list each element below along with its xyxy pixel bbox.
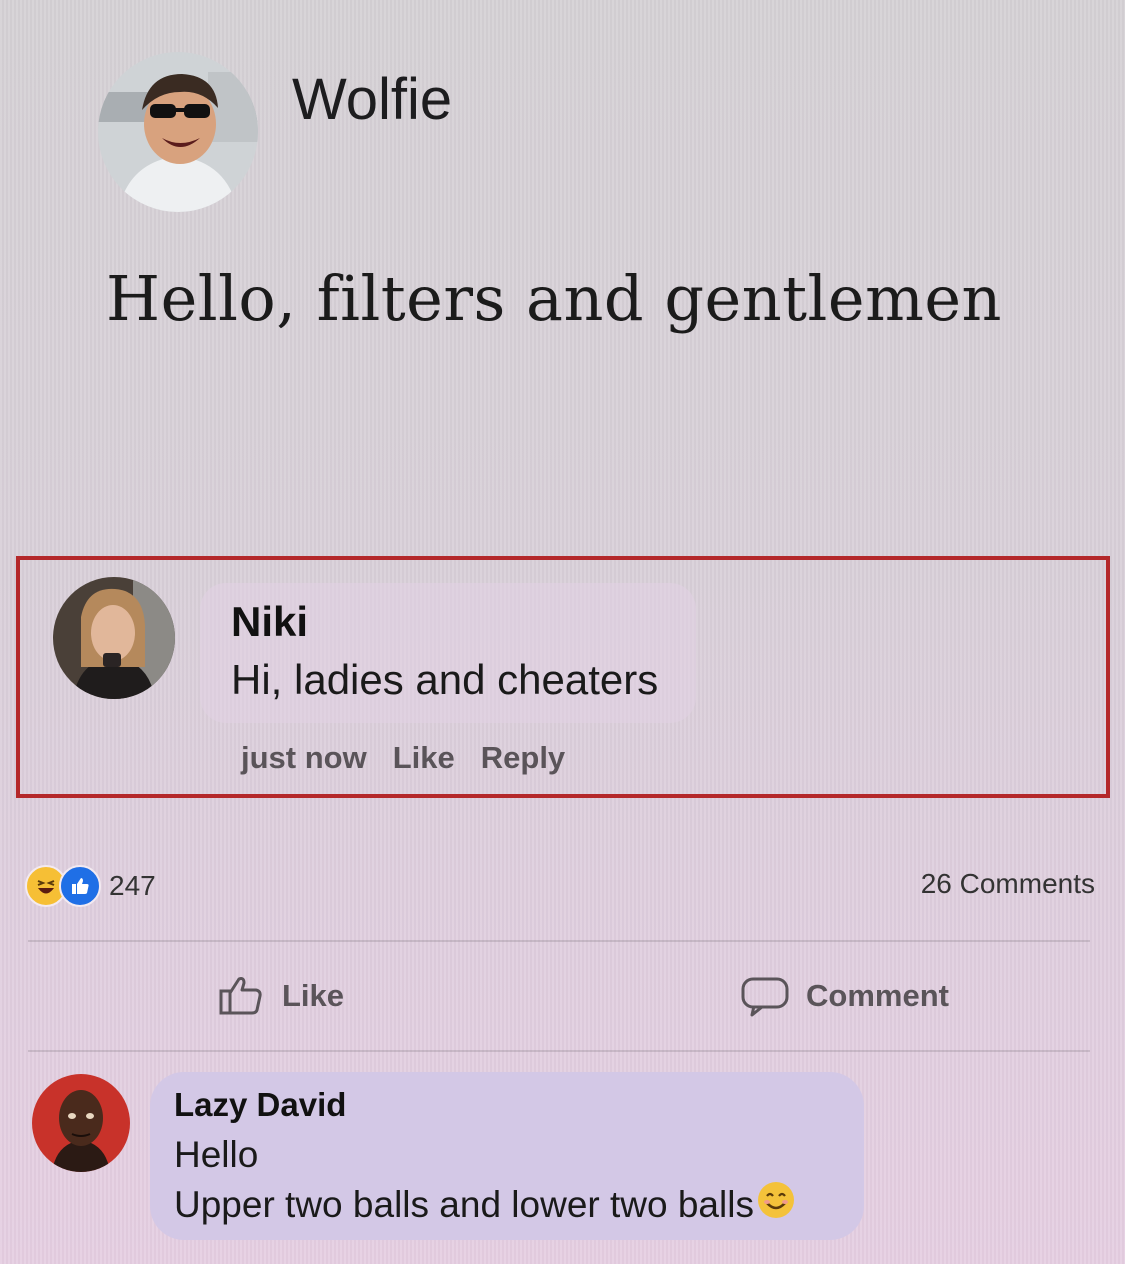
divider bbox=[28, 1050, 1090, 1052]
smiling-face-icon bbox=[756, 1180, 796, 1229]
niki-comment-text: Hi, ladies and cheaters bbox=[231, 656, 659, 703]
reactions-summary[interactable]: 247 bbox=[25, 865, 156, 907]
post-text: Hello, filters and gentlemen bbox=[106, 262, 1002, 335]
divider bbox=[28, 940, 1090, 942]
comment-actions: just now Like Reply bbox=[241, 740, 591, 776]
reaction-count: 247 bbox=[109, 870, 156, 901]
niki-name[interactable]: Niki bbox=[231, 598, 308, 646]
david-comment-line1: Hello bbox=[174, 1134, 259, 1175]
comment-like-link[interactable]: Like bbox=[393, 740, 455, 775]
comment-timestamp: just now bbox=[241, 740, 367, 775]
david-avatar[interactable] bbox=[32, 1074, 130, 1172]
author-name[interactable]: Wolfie bbox=[292, 66, 452, 133]
like-button[interactable]: Like bbox=[218, 974, 344, 1018]
like-icon bbox=[59, 865, 101, 907]
comment-bubble-icon bbox=[741, 977, 789, 1017]
comment-label: Comment bbox=[806, 978, 949, 1013]
comment-reply-link[interactable]: Reply bbox=[481, 740, 565, 775]
comment-button[interactable]: Comment bbox=[740, 974, 949, 1018]
comments-count[interactable]: 26 Comments bbox=[921, 868, 1095, 900]
like-label: Like bbox=[282, 978, 345, 1013]
david-comment-line2-row: Upper two balls and lower two balls bbox=[174, 1180, 796, 1229]
david-comment-line2: Upper two balls and lower two balls bbox=[174, 1183, 754, 1225]
niki-avatar[interactable] bbox=[53, 577, 175, 699]
author-avatar[interactable] bbox=[98, 52, 258, 212]
david-name[interactable]: Lazy David bbox=[174, 1086, 346, 1124]
thumbs-up-icon bbox=[219, 977, 262, 1015]
